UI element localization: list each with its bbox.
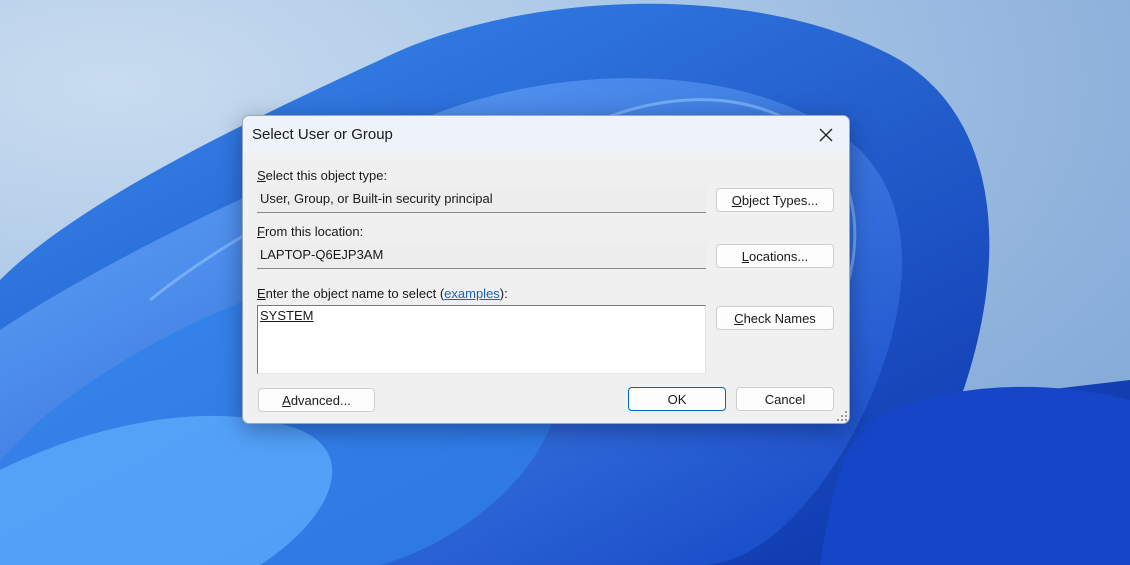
object-name-input[interactable]: SYSTEM — [257, 305, 706, 374]
examples-link[interactable]: examples — [444, 286, 500, 301]
close-button[interactable] — [803, 116, 849, 153]
button-label: ocations... — [748, 248, 809, 264]
access-key: A — [282, 392, 291, 408]
access-key: E — [257, 286, 266, 301]
access-key: S — [257, 168, 266, 183]
button-label: bject Types... — [741, 192, 819, 208]
location-field: LAPTOP-Q6EJP3AM — [257, 243, 706, 269]
select-user-or-group-dialog: Select User or Group Select this object … — [242, 115, 850, 424]
dialog-title: Select User or Group — [252, 126, 393, 143]
access-key: C — [734, 310, 744, 326]
button-label: heck Names — [743, 310, 816, 326]
resolved-name: SYSTEM — [260, 308, 314, 323]
label-text: nter the object name to select ( — [265, 286, 445, 301]
location-label: From this location: — [257, 224, 363, 239]
advanced-button[interactable]: Advanced... — [258, 388, 375, 412]
object-name-label: Enter the object name to select (example… — [257, 286, 508, 301]
locations-button[interactable]: Locations... — [716, 244, 834, 268]
object-types-button[interactable]: Object Types... — [716, 188, 834, 212]
access-key: O — [731, 192, 742, 208]
label-text-end: ): — [499, 286, 508, 301]
ok-button[interactable]: OK — [628, 387, 726, 411]
button-label: dvanced... — [290, 392, 351, 408]
access-key: L — [741, 248, 749, 264]
close-icon — [819, 128, 833, 141]
resize-grip-icon[interactable] — [837, 411, 847, 421]
object-type-field: User, Group, or Built-in security princi… — [257, 187, 706, 213]
access-key: F — [257, 224, 265, 239]
check-names-button[interactable]: Check Names — [716, 306, 834, 330]
label-text: elect this object type: — [265, 168, 388, 183]
title-bar[interactable]: Select User or Group — [243, 116, 849, 153]
cancel-button[interactable]: Cancel — [736, 387, 834, 411]
object-type-label: Select this object type: — [257, 168, 387, 183]
label-text: rom this location: — [264, 224, 364, 239]
